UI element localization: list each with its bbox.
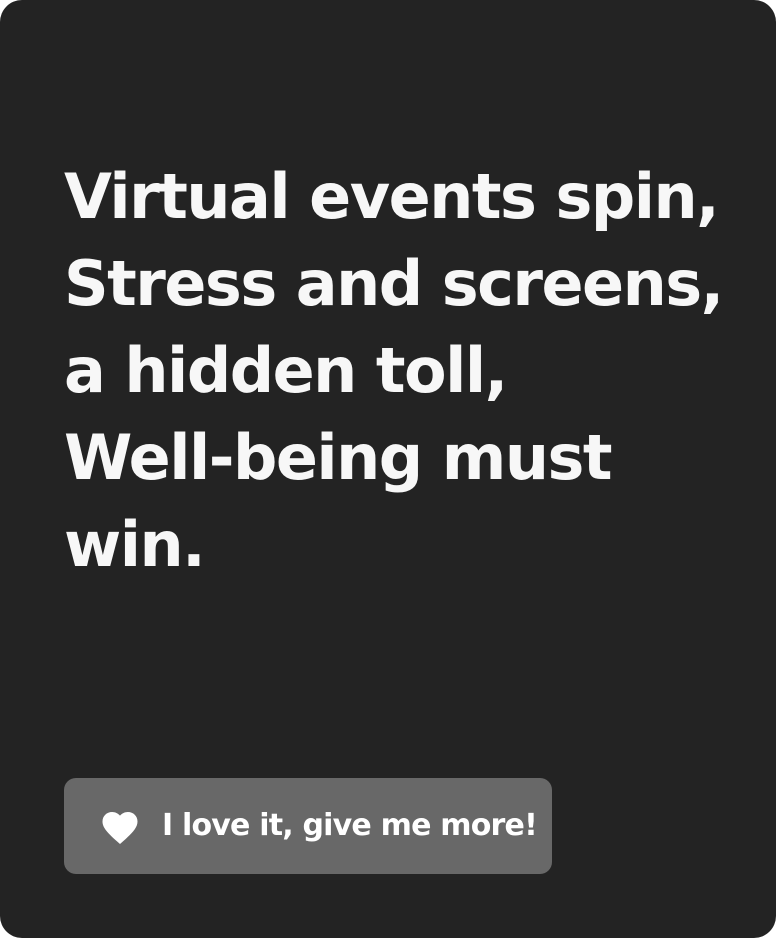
poem-line: Well-being must (64, 421, 613, 494)
poem-line: Stress and screens, (64, 247, 724, 320)
love-it-button-label: I love it, give me more! (162, 808, 538, 843)
love-it-button[interactable]: I love it, give me more! (64, 778, 552, 874)
poem-line: win. (64, 508, 206, 581)
heart-icon (99, 806, 141, 846)
poem-line: Virtual events spin, (64, 160, 720, 233)
poem-line: a hidden toll, (64, 334, 508, 407)
poem-text: Virtual events spin, Stress and screens,… (64, 153, 744, 588)
poem-card: Virtual events spin, Stress and screens,… (0, 0, 776, 938)
